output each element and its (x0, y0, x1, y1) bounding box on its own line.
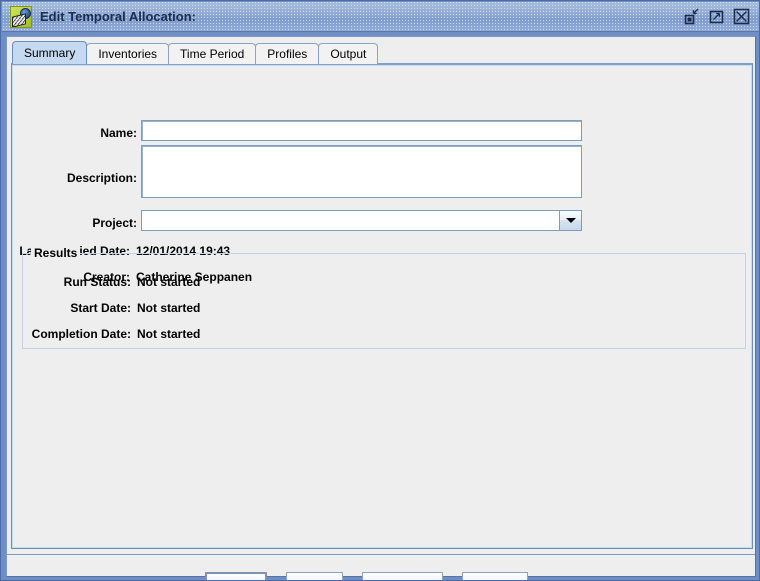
tab-inventories-label: Inventories (98, 47, 158, 61)
run-status-label: Run Status: (63, 275, 131, 289)
button-bar: Save Run Refresh Close (7, 555, 755, 580)
maximize-icon[interactable] (708, 8, 725, 25)
app-icon-body (12, 12, 26, 27)
minimize-icon[interactable] (683, 8, 700, 25)
title-bar[interactable]: Edit Temporal Allocation: (2, 2, 759, 32)
tab-profiles[interactable]: Profiles (255, 43, 320, 64)
project-label: Project: (92, 216, 137, 230)
tab-summary-label: Summary (24, 46, 76, 60)
window-content: Summary Inventories Time Period Profiles… (6, 36, 756, 580)
completion-date-value: Not started (137, 327, 201, 341)
app-icon (10, 5, 32, 28)
name-label: Name: (100, 126, 137, 140)
tab-output-label: Output (330, 47, 367, 61)
tab-profiles-label: Profiles (267, 47, 308, 61)
window-controls (683, 8, 750, 25)
tab-output[interactable]: Output (318, 43, 379, 64)
start-date-label: Start Date: (70, 301, 131, 315)
tab-time-period-label: Time Period (180, 47, 245, 61)
chevron-down-icon[interactable] (559, 211, 581, 230)
start-date-value: Not started (137, 301, 201, 315)
description-input[interactable] (141, 145, 582, 198)
refresh-button[interactable]: Refresh (362, 572, 443, 580)
tab-strip: Summary Inventories Time Period Profiles… (12, 41, 379, 64)
description-label: Description: (66, 171, 137, 185)
results-group: Results Run Status: Not started Start Da… (22, 246, 746, 349)
completion-date-label: Completion Date: (31, 327, 131, 341)
results-group-legend: Results (31, 246, 81, 260)
run-status-value: Not started (137, 275, 201, 289)
edit-temporal-allocation-window: Edit Temporal Allocation: Summary Invent… (0, 0, 760, 581)
summary-tab-panel-inner: Name: Description: Project: Last Modifie… (12, 65, 752, 548)
tab-time-period[interactable]: Time Period (168, 43, 257, 64)
name-input[interactable] (141, 120, 582, 141)
project-combobox[interactable] (141, 210, 582, 231)
tab-inventories[interactable]: Inventories (86, 43, 170, 64)
tab-summary[interactable]: Summary (12, 41, 88, 64)
close-icon[interactable] (733, 8, 750, 25)
summary-tab-panel: Name: Description: Project: Last Modifie… (11, 63, 753, 549)
close-button[interactable]: Close (462, 572, 528, 580)
save-button[interactable]: Save (205, 572, 267, 580)
project-combobox-value (142, 211, 559, 230)
run-button[interactable]: Run (286, 572, 343, 580)
window-title: Edit Temporal Allocation: (40, 9, 197, 24)
